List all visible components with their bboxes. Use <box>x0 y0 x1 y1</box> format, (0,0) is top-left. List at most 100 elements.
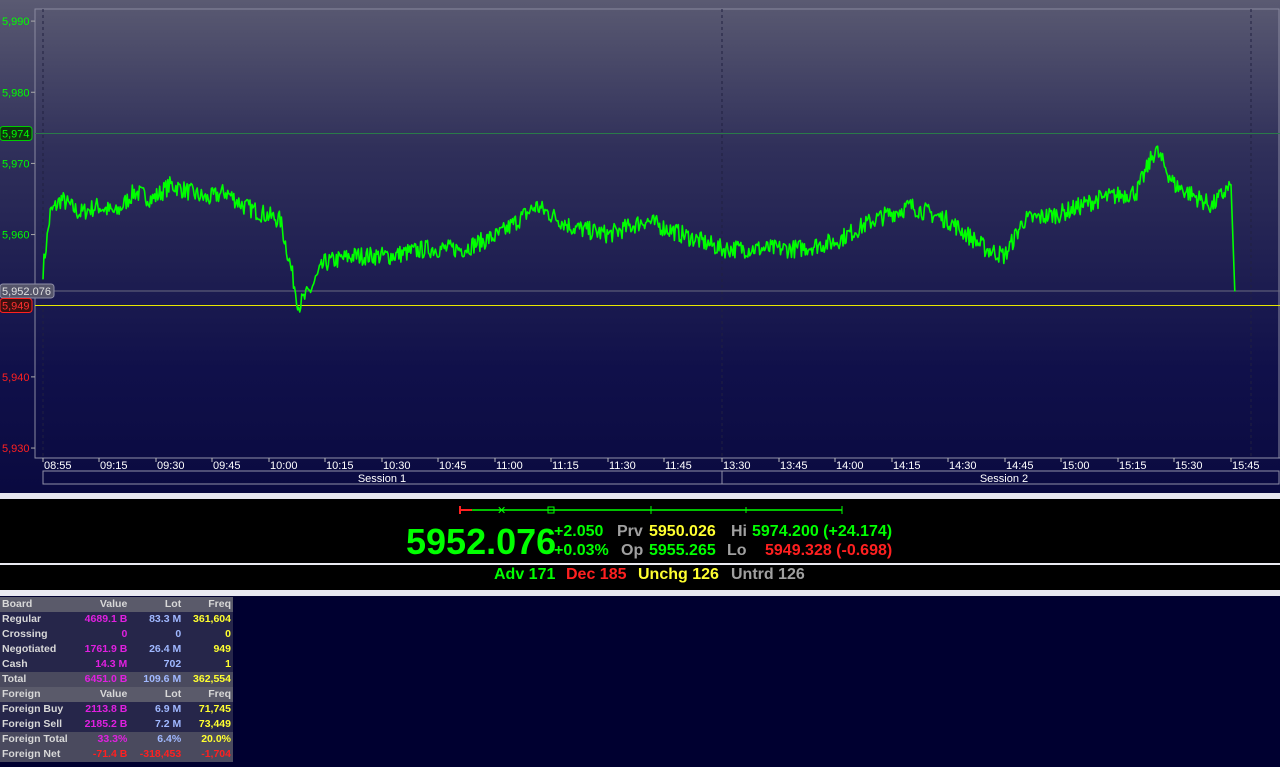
lot-cell: 109.6 M <box>129 672 184 687</box>
column-header: Foreign <box>0 687 74 702</box>
column-header: Lot <box>129 687 184 702</box>
table-row-total: Total 6451.0 B 109.6 M 362,554 <box>0 672 233 687</box>
table-row: Crossing 0 0 0 <box>0 627 233 642</box>
freq-cell: 361,604 <box>183 612 233 627</box>
freq-cell: 20.0% <box>183 732 233 747</box>
y-tick-label: 5,930 <box>2 443 30 455</box>
lot-cell: 0 <box>129 627 184 642</box>
open-value: 5955.265 <box>649 542 716 559</box>
value-cell: 14.3 M <box>74 657 130 672</box>
table-row: Foreign Buy 2113.8 B 6.9 M 71,745 <box>0 702 233 717</box>
x-tick-label: 13:30 <box>723 460 751 472</box>
freq-cell: 1 <box>183 657 233 672</box>
plot-frame <box>34 8 1280 459</box>
chart-canvas[interactable]: 5,990 5,980 5,970 5,960 5,940 5,930 5,974 5,952… <box>0 0 1280 493</box>
lot-cell: 702 <box>129 657 184 672</box>
table-row: Regular 4689.1 B 83.3 M 361,604 <box>0 612 233 627</box>
value-cell: 33.3% <box>74 732 130 747</box>
row-label: Foreign Sell <box>0 717 74 732</box>
lot-cell: 6.4% <box>129 732 184 747</box>
column-header: Freq <box>183 687 233 702</box>
value-cell: 1761.9 B <box>74 642 130 657</box>
market-breadth: Adv 171 Dec 185 Unchg 126 Untrd 126 <box>0 565 1280 590</box>
x-tick-label: 13:45 <box>780 460 808 472</box>
low-value: 5949.328 (-0.698) <box>765 542 893 559</box>
table-row: Negotiated 1761.9 B 26.4 M 949 <box>0 642 233 657</box>
x-tick-label: 15:45 <box>1232 460 1260 472</box>
separator <box>0 590 1280 596</box>
row-label: Crossing <box>0 627 74 642</box>
index-panel: ✕ 5952.076 +2.050 +0.03% Prv 5950.026 Op… <box>0 499 1280 563</box>
x-tick-label: 15:30 <box>1175 460 1203 472</box>
table-row: Foreign Total 33.3% 6.4% 20.0% <box>0 732 233 747</box>
row-label: Negotiated <box>0 642 74 657</box>
value-cell: 6451.0 B <box>74 672 130 687</box>
y-tick-label: 5,960 <box>2 230 30 242</box>
row-label: Foreign Total <box>0 732 74 747</box>
intraday-chart[interactable]: 5,990 5,980 5,970 5,960 5,940 5,930 5,974 5,952… <box>0 0 1280 493</box>
freq-cell: 0 <box>183 627 233 642</box>
column-header: Lot <box>129 597 184 612</box>
table-row: Cash 14.3 M 702 1 <box>0 657 233 672</box>
freq-cell: 362,554 <box>183 672 233 687</box>
value-cell: 0 <box>74 627 130 642</box>
x-tick-label: 15:15 <box>1119 460 1147 472</box>
column-header: Freq <box>183 597 233 612</box>
x-tick-label: 15:00 <box>1062 460 1090 472</box>
freq-cell: -1,704 <box>183 747 233 762</box>
y-tick-label: 5,970 <box>2 158 30 170</box>
x-tick-label: 10:15 <box>326 460 354 472</box>
row-label: Foreign Buy <box>0 702 74 717</box>
x-tick-label: 14:00 <box>836 460 864 472</box>
lot-cell: 83.3 M <box>129 612 184 627</box>
index-change: +2.050 <box>554 523 604 540</box>
row-label: Cash <box>0 657 74 672</box>
low-label: Lo <box>727 542 747 559</box>
trading-stats-table: Board Value Lot Freq Regular 4689.1 B 83… <box>0 597 233 762</box>
session-2-label: Session 2 <box>980 473 1028 485</box>
lot-cell: 26.4 M <box>129 642 184 657</box>
x-tick-label: 14:45 <box>1006 460 1034 472</box>
column-header: Board <box>0 597 74 612</box>
table-header: Board Value Lot Freq <box>0 597 233 612</box>
index-change-pct: +0.03% <box>554 542 609 559</box>
prev-label: Prv <box>617 523 643 540</box>
table-header: Foreign Value Lot Freq <box>0 687 233 702</box>
value-cell: 4689.1 B <box>74 612 130 627</box>
x-tick-label: 09:30 <box>157 460 185 472</box>
column-header: Value <box>74 597 130 612</box>
value-cell: -71.4 B <box>74 747 130 762</box>
open-label: Op <box>621 542 644 559</box>
range-open-mark: ✕ <box>497 505 506 517</box>
x-tick-label: 10:00 <box>270 460 298 472</box>
table-row: Foreign Sell 2185.2 B 7.2 M 73,449 <box>0 717 233 732</box>
table-row-net: Foreign Net -71.4 B -318,453 -1,704 <box>0 747 233 762</box>
y-tick-label: 5,980 <box>2 87 30 99</box>
x-tick-label: 09:45 <box>213 460 241 472</box>
lot-cell: -318,453 <box>129 747 184 762</box>
y-tick-label: 5,940 <box>2 372 30 384</box>
x-tick-label: 11:15 <box>552 460 579 472</box>
range-bar: ✕ <box>452 503 852 517</box>
high-value: 5974.200 (+24.174) <box>752 523 893 540</box>
lot-cell: 7.2 M <box>129 717 184 732</box>
row-label: Foreign Net <box>0 747 74 762</box>
last-marker-label: 5,952.076 <box>2 286 51 298</box>
x-tick-label: 11:45 <box>665 460 692 472</box>
x-tick-label: 08:55 <box>44 460 72 472</box>
lot-cell: 6.9 M <box>129 702 184 717</box>
untraded: Untrd 126 <box>731 566 805 583</box>
x-tick-label: 10:45 <box>439 460 467 472</box>
row-label: Regular <box>0 612 74 627</box>
prev-value: 5950.026 <box>649 523 716 540</box>
high-marker-label: 5,974 <box>2 129 30 141</box>
high-label: Hi <box>731 523 747 540</box>
freq-cell: 949 <box>183 642 233 657</box>
x-tick-label: 11:30 <box>609 460 636 472</box>
column-header: Value <box>74 687 130 702</box>
session-1-label: Session 1 <box>358 473 406 485</box>
x-tick-label: 09:15 <box>100 460 128 472</box>
value-cell: 2113.8 B <box>74 702 130 717</box>
x-tick-label: 14:15 <box>893 460 921 472</box>
freq-cell: 73,449 <box>183 717 233 732</box>
